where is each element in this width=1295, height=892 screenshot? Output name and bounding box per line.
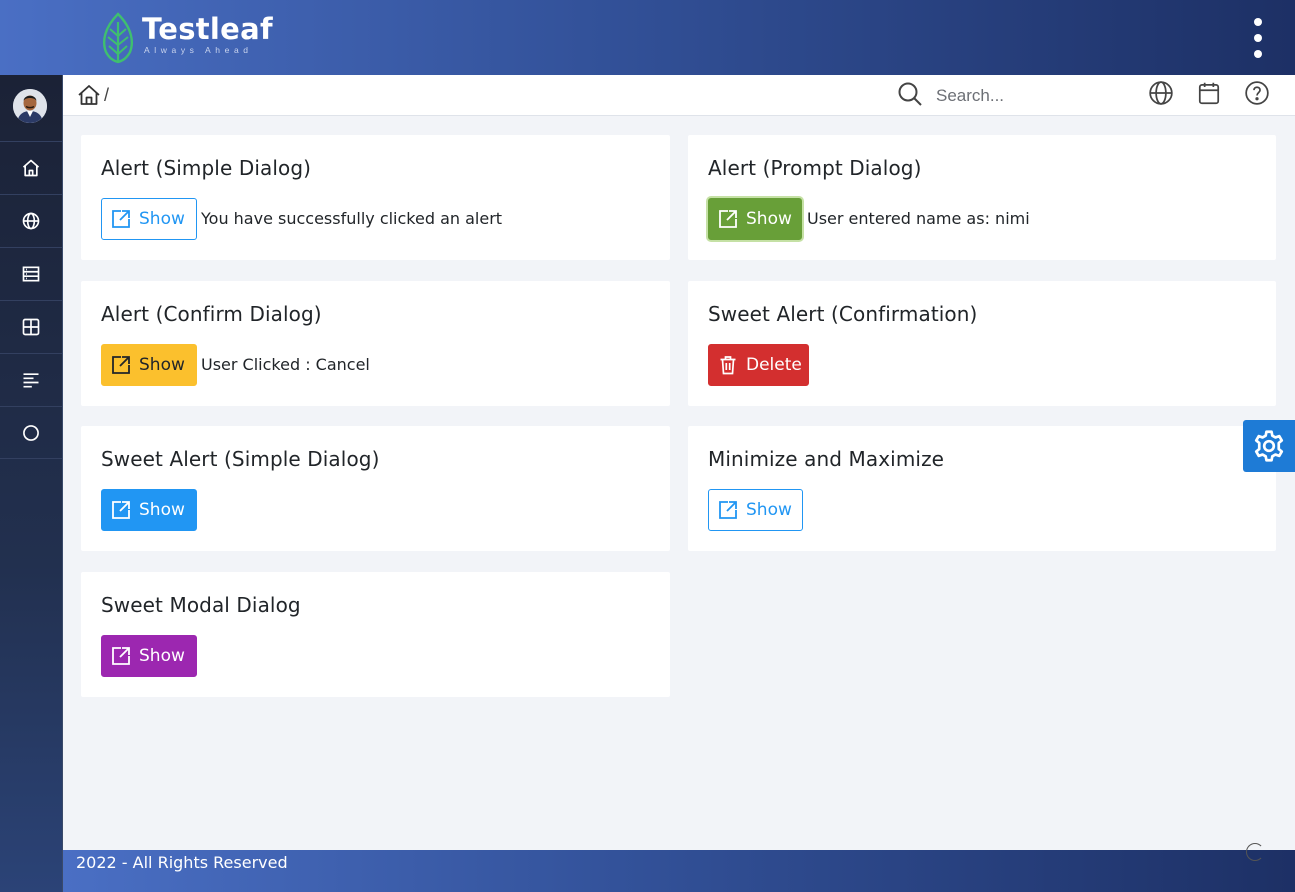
- search-input[interactable]: [936, 83, 1116, 109]
- card-title: Alert (Prompt Dialog): [708, 156, 922, 180]
- search-icon[interactable]: [897, 81, 923, 107]
- sweet-modal-show-button[interactable]: Show: [101, 635, 197, 677]
- home-icon: [22, 159, 40, 177]
- sub-header: /: [63, 75, 1295, 116]
- user-avatar[interactable]: [13, 89, 47, 123]
- card-title: Sweet Alert (Simple Dialog): [101, 447, 380, 471]
- external-link-icon: [719, 210, 737, 228]
- alert-prompt-result: User entered name as: nimi: [807, 209, 1030, 228]
- sweet-alert-simple-show-button[interactable]: Show: [101, 489, 197, 531]
- loading-spinner-icon: [1246, 843, 1264, 861]
- sidebar-item-circle[interactable]: [0, 406, 62, 459]
- card-minimize-maximize: Minimize and Maximize Show: [688, 426, 1276, 551]
- sidebar-item-grid[interactable]: [0, 300, 62, 353]
- card-title: Sweet Alert (Confirmation): [708, 302, 978, 326]
- card-title: Sweet Modal Dialog: [101, 593, 301, 617]
- alert-confirm-result: User Clicked : Cancel: [201, 355, 370, 374]
- top-bar: Testleaf Always Ahead: [0, 0, 1295, 75]
- card-title: Alert (Confirm Dialog): [101, 302, 322, 326]
- footer-copyright: 2022 - All Rights Reserved: [76, 853, 288, 872]
- card-alert-confirm-dialog: Alert (Confirm Dialog) Show User Clicked…: [81, 281, 670, 406]
- button-label: Show: [746, 500, 792, 520]
- grid-icon: [22, 318, 40, 336]
- sidebar-item-globe[interactable]: [0, 194, 62, 247]
- alert-simple-result: You have successfully clicked an alert: [201, 209, 503, 228]
- button-label: Show: [139, 355, 185, 375]
- circle-icon: [23, 424, 39, 441]
- button-label: Show: [139, 209, 185, 229]
- trash-icon: [720, 356, 736, 375]
- card-alert-prompt-dialog: Alert (Prompt Dialog) Show User entered …: [688, 135, 1276, 260]
- external-link-icon: [112, 210, 130, 228]
- gear-icon: [1254, 430, 1284, 462]
- globe-icon[interactable]: [1148, 80, 1174, 106]
- brand-tagline: Always Ahead: [144, 45, 253, 55]
- calendar-icon[interactable]: [1196, 80, 1222, 106]
- minimize-maximize-show-button[interactable]: Show: [708, 489, 803, 531]
- alert-confirm-show-button[interactable]: Show: [101, 344, 197, 386]
- sidebar-item-home[interactable]: [0, 141, 62, 194]
- external-link-icon: [112, 647, 130, 665]
- testleaf-logo[interactable]: Testleaf Always Ahead: [100, 12, 273, 64]
- button-label: Show: [139, 500, 185, 520]
- breadcrumb-separator: /: [104, 85, 110, 105]
- footer: 2022 - All Rights Reserved: [63, 850, 1295, 892]
- external-link-icon: [112, 356, 130, 374]
- globe-icon: [22, 212, 40, 230]
- button-label: Show: [746, 209, 792, 229]
- align-left-icon: [23, 373, 39, 388]
- sweet-alert-delete-button[interactable]: Delete: [708, 344, 809, 386]
- alert-simple-show-button[interactable]: Show: [101, 198, 197, 240]
- button-label: Show: [139, 646, 185, 666]
- card-title: Minimize and Maximize: [708, 447, 945, 471]
- sidebar: [0, 75, 63, 892]
- external-link-icon: [719, 501, 737, 519]
- layout-config-button[interactable]: [1243, 420, 1295, 472]
- alert-prompt-show-button[interactable]: Show: [708, 198, 802, 240]
- help-icon[interactable]: [1244, 80, 1270, 106]
- brand-name: Testleaf: [142, 12, 273, 46]
- card-sweet-alert-confirmation: Sweet Alert (Confirmation) Delete: [688, 281, 1276, 406]
- card-alert-simple-dialog: Alert (Simple Dialog) Show You have succ…: [81, 135, 670, 260]
- button-label: Delete: [746, 355, 802, 375]
- breadcrumb-home-icon[interactable]: [77, 83, 101, 107]
- card-sweet-modal-dialog: Sweet Modal Dialog Show: [81, 572, 670, 697]
- server-list-icon: [22, 266, 40, 282]
- leaf-logo-icon: [103, 12, 133, 64]
- kebab-menu-icon[interactable]: [1246, 18, 1270, 58]
- card-sweet-alert-simple-dialog: Sweet Alert (Simple Dialog) Show: [81, 426, 670, 551]
- external-link-icon: [112, 501, 130, 519]
- card-title: Alert (Simple Dialog): [101, 156, 312, 180]
- sidebar-item-data[interactable]: [0, 247, 62, 300]
- sidebar-item-text[interactable]: [0, 353, 62, 406]
